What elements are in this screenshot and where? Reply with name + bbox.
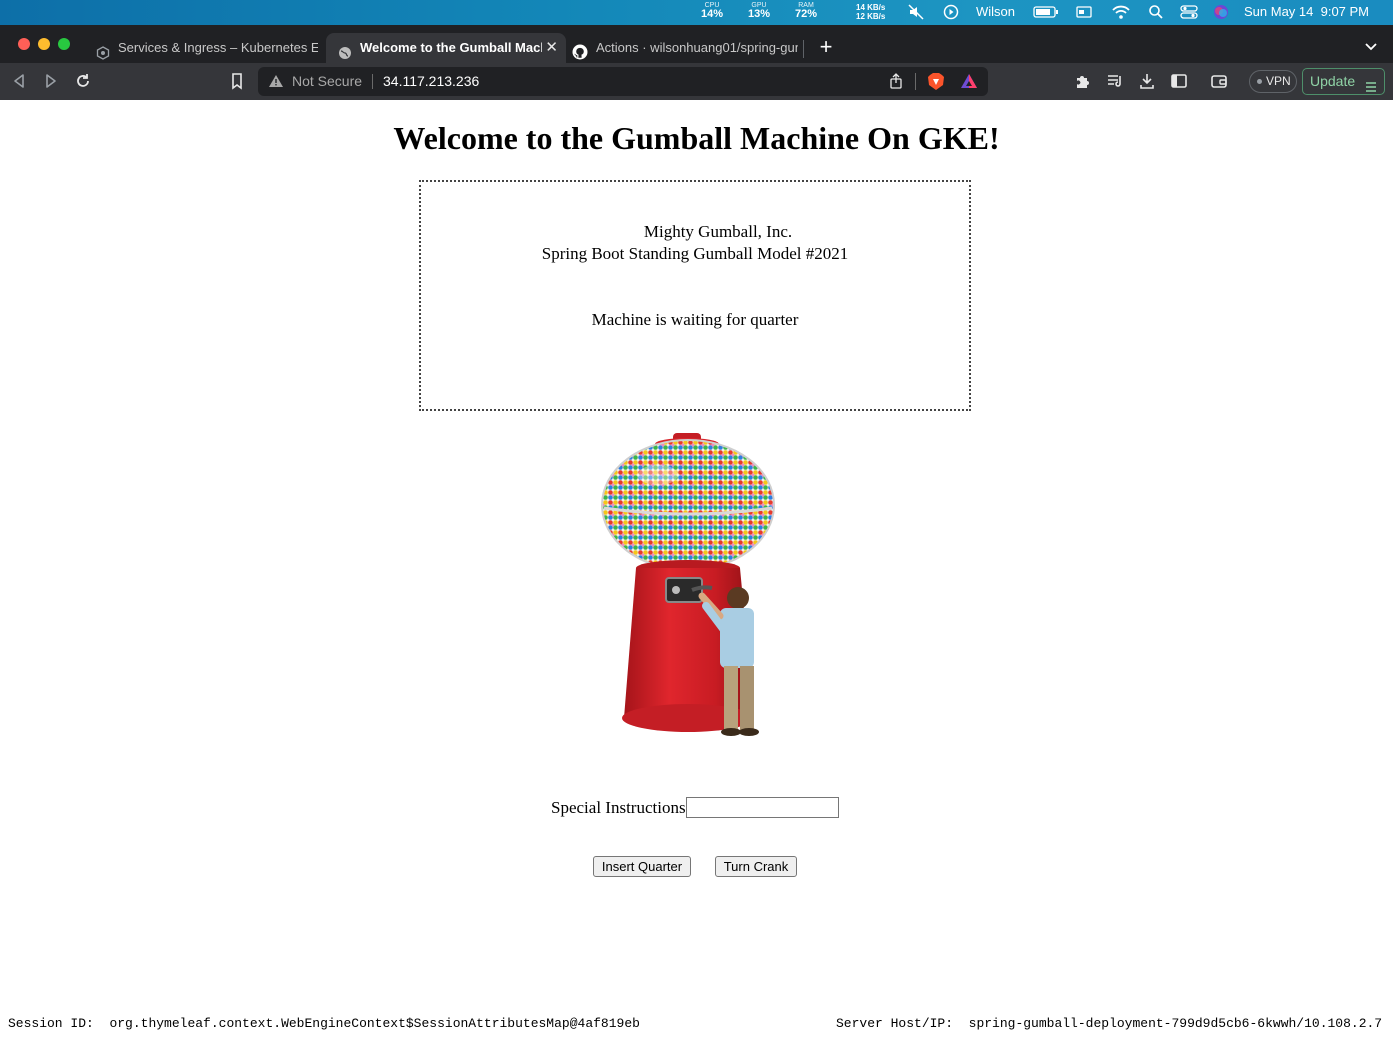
brave-rewards-icon[interactable]	[960, 73, 978, 94]
battery-icon[interactable]	[1033, 4, 1059, 20]
minimize-window-button[interactable]	[38, 38, 50, 50]
net-down: 12 KB/s	[856, 12, 886, 21]
turn-crank-button[interactable]: Turn Crank	[715, 856, 797, 877]
clock[interactable]: Sun May 14 9:07 PM	[1244, 4, 1369, 20]
back-icon[interactable]	[10, 72, 28, 90]
omnibox-divider	[915, 73, 916, 90]
special-instructions-label: Special Instructions:	[551, 798, 691, 817]
vpn-status-dot	[1257, 79, 1262, 84]
tab-title: Services & Ingress – Kubernetes En	[118, 40, 318, 55]
tab-title: Actions · wilsonhuang01/spring-gun	[596, 40, 798, 55]
github-icon	[572, 41, 588, 60]
close-window-button[interactable]	[18, 38, 30, 50]
playlist-icon[interactable]	[1106, 72, 1124, 90]
ram-label: RAM	[798, 2, 814, 9]
tab-strip: Services & Ingress – Kubernetes En Welco…	[0, 25, 1393, 63]
bookmark-icon[interactable]	[228, 72, 246, 90]
gpu-meter[interactable]: GPU 13%	[745, 2, 773, 20]
omnibox-divider	[372, 74, 373, 89]
mute-icon[interactable]	[908, 4, 924, 20]
gpu-label: GPU	[751, 2, 767, 9]
server-host-value: spring-gumball-deployment-799d9d5cb6-6kw…	[968, 1016, 1383, 1031]
ram-value: 72%	[794, 8, 818, 20]
address-bar[interactable]: Not Secure 34.117.213.236	[258, 67, 988, 96]
close-tab-icon[interactable]: ✕	[545, 33, 558, 63]
brave-shields-icon[interactable]	[927, 72, 945, 96]
tab-github-actions[interactable]: Actions · wilsonhuang01/spring-gun	[566, 33, 806, 63]
macos-menu-bar: CPU 14% GPU 13% RAM 72% 14 KB/s 12 KB/s …	[0, 0, 1393, 25]
insert-quarter-button[interactable]: Insert Quarter	[593, 856, 691, 877]
page-heading: Welcome to the Gumball Machine On GKE!	[393, 120, 1000, 156]
special-instructions-input[interactable]	[686, 797, 839, 818]
gumball-machine-image	[598, 430, 778, 740]
session-info: Session ID: org.thymeleaf.context.WebEng…	[8, 1016, 640, 1031]
security-status[interactable]: Not Secure	[292, 73, 362, 89]
wallet-icon[interactable]	[1210, 72, 1228, 90]
siri-icon[interactable]	[1213, 4, 1229, 20]
session-id-label: Session ID:	[8, 1016, 94, 1031]
tab-search-chevron-icon[interactable]	[1364, 39, 1378, 57]
user-name[interactable]: Wilson	[976, 4, 1015, 20]
sidebar-toggle-icon[interactable]	[1170, 72, 1188, 90]
ram-meter[interactable]: RAM 72%	[792, 2, 820, 20]
maximize-window-button[interactable]	[58, 38, 70, 50]
tab-gumball[interactable]: Welcome to the Gumball Machin ✕	[326, 33, 566, 63]
server-info: Server Host/IP: spring-gumball-deploymen…	[836, 1016, 1382, 1031]
tab-title: Welcome to the Gumball Machin	[360, 40, 542, 55]
menu-hamburger-icon[interactable]	[1365, 76, 1377, 101]
net-up: 14 KB/s	[856, 3, 886, 12]
cpu-value: 14%	[700, 8, 724, 20]
control-center-icon[interactable]	[1180, 4, 1198, 20]
download-icon[interactable]	[1138, 72, 1156, 90]
tab-divider	[803, 40, 804, 58]
model-name: Spring Boot Standing Gumball Model #2021	[541, 244, 849, 263]
tab-kubernetes[interactable]: Services & Ingress – Kubernetes En	[84, 33, 324, 63]
globe-icon	[338, 41, 352, 59]
network-meter[interactable]: 14 KB/s 12 KB/s	[856, 3, 885, 21]
wifi-icon[interactable]	[1112, 4, 1130, 20]
forward-icon[interactable]	[42, 72, 60, 90]
vpn-button[interactable]: VPN	[1249, 70, 1297, 93]
browser-toolbar: Not Secure 34.117.213.236 VPN Update	[0, 63, 1393, 100]
vpn-label: VPN	[1266, 74, 1291, 88]
display-icon[interactable]	[1076, 4, 1092, 20]
company-name: Mighty Gumball, Inc.	[643, 222, 793, 241]
cpu-label: CPU	[704, 2, 720, 9]
update-label: Update	[1310, 73, 1356, 89]
new-tab-button[interactable]: +	[816, 35, 836, 59]
cpu-meter[interactable]: CPU 14%	[698, 2, 726, 20]
gpu-value: 13%	[747, 8, 771, 20]
machine-status-box: Mighty Gumball, Inc. Spring Boot Standin…	[419, 180, 971, 411]
spotlight-search-icon[interactable]	[1148, 4, 1164, 20]
server-host-label: Server Host/IP:	[836, 1016, 954, 1031]
share-icon[interactable]	[889, 73, 903, 94]
play-circle-icon[interactable]	[943, 4, 959, 20]
kubernetes-engine-icon	[96, 41, 110, 60]
extensions-puzzle-icon[interactable]	[1074, 72, 1092, 90]
reload-icon[interactable]	[74, 72, 92, 90]
session-id-value: org.thymeleaf.context.WebEngineContext$S…	[109, 1016, 640, 1031]
url-text[interactable]: 34.117.213.236	[383, 73, 479, 89]
page-content: Welcome to the Gumball Machine On GKE! M…	[0, 100, 1393, 1063]
warning-triangle-icon[interactable]	[268, 74, 284, 93]
machine-status: Machine is waiting for quarter	[591, 310, 799, 329]
update-button[interactable]: Update	[1302, 68, 1385, 95]
